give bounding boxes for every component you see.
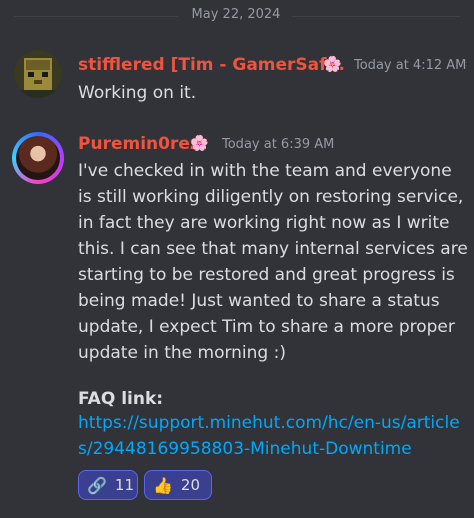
message: Puremin0rez 🌸 Today at 6:39 AM I've chec… [0, 128, 474, 508]
thumbs-up-icon: 👍 [153, 475, 173, 495]
avatar[interactable] [12, 132, 64, 184]
reaction-broken-link[interactable]: 🔗 11 [78, 470, 138, 500]
reaction-thumbs-up[interactable]: 👍 20 [144, 470, 212, 500]
broken-link-icon: 🔗 [87, 475, 107, 495]
avatar-image [16, 136, 60, 180]
date-divider-text: May 22, 2024 [191, 7, 281, 22]
message-text: Working on it. [78, 83, 197, 103]
message-text: I've checked in with the team and everyo… [78, 161, 468, 363]
timestamp: Today at 4:12 AM [354, 58, 467, 73]
divider-line-right [292, 16, 460, 17]
author-name[interactable]: stifflered [Tim - GamerSaf... [78, 55, 345, 75]
minecraft-skin-icon [14, 50, 62, 98]
reaction-count: 11 [114, 476, 135, 494]
cherry-blossom-icon: 🌸 [323, 55, 342, 73]
date-divider: May 22, 2024 [0, 0, 474, 34]
timestamp: Today at 6:39 AM [222, 137, 335, 152]
message: stifflered [Tim - GamerSaf... 🌸 Today at… [0, 48, 474, 118]
author-name[interactable]: Puremin0rez [78, 134, 200, 154]
faq-link[interactable]: https://support.minehut.com/hc/en-us/art… [78, 410, 468, 462]
divider-line-left [14, 16, 178, 17]
faq-label: FAQ link: [78, 389, 164, 409]
reaction-count: 20 [180, 476, 201, 494]
cherry-blossom-icon: 🌸 [190, 134, 209, 152]
avatar[interactable] [14, 50, 62, 98]
